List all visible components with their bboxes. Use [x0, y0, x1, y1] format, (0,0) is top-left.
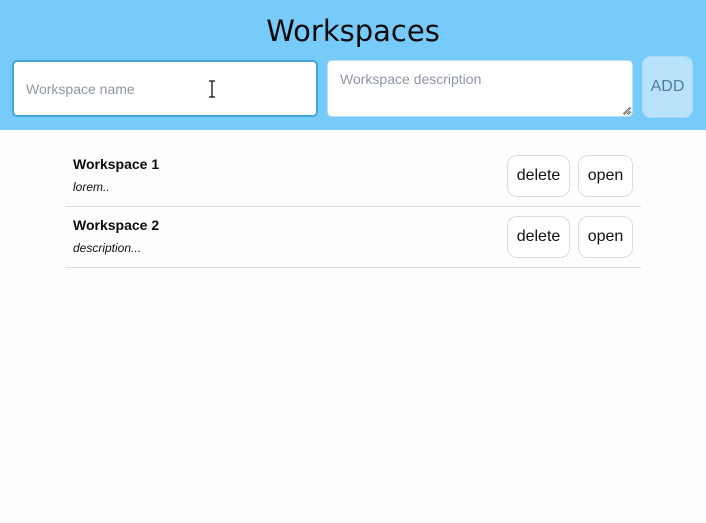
workspace-description: lorem.. [73, 180, 110, 194]
workspace-description: description... [73, 241, 142, 255]
resize-grip-icon[interactable] [622, 106, 631, 115]
workspace-name: Workspace 2 [73, 217, 160, 233]
delete-button[interactable]: delete [507, 155, 570, 197]
workspace-list: Workspace 1 lorem.. delete open Workspac… [65, 146, 641, 268]
add-button[interactable]: ADD [642, 56, 693, 118]
header-bar: Workspaces ADD [0, 0, 706, 130]
open-button[interactable]: open [578, 216, 633, 258]
workspace-description-input[interactable] [327, 60, 633, 117]
workspace-row: Workspace 1 lorem.. delete open [65, 146, 641, 207]
page-title: Workspaces [266, 14, 440, 48]
workspace-name-input[interactable] [12, 60, 318, 117]
text-cursor-icon [209, 80, 215, 98]
delete-button[interactable]: delete [507, 216, 570, 258]
open-button[interactable]: open [578, 155, 633, 197]
workspace-name: Workspace 1 [73, 156, 160, 172]
workspace-row: Workspace 2 description... delete open [65, 207, 641, 268]
